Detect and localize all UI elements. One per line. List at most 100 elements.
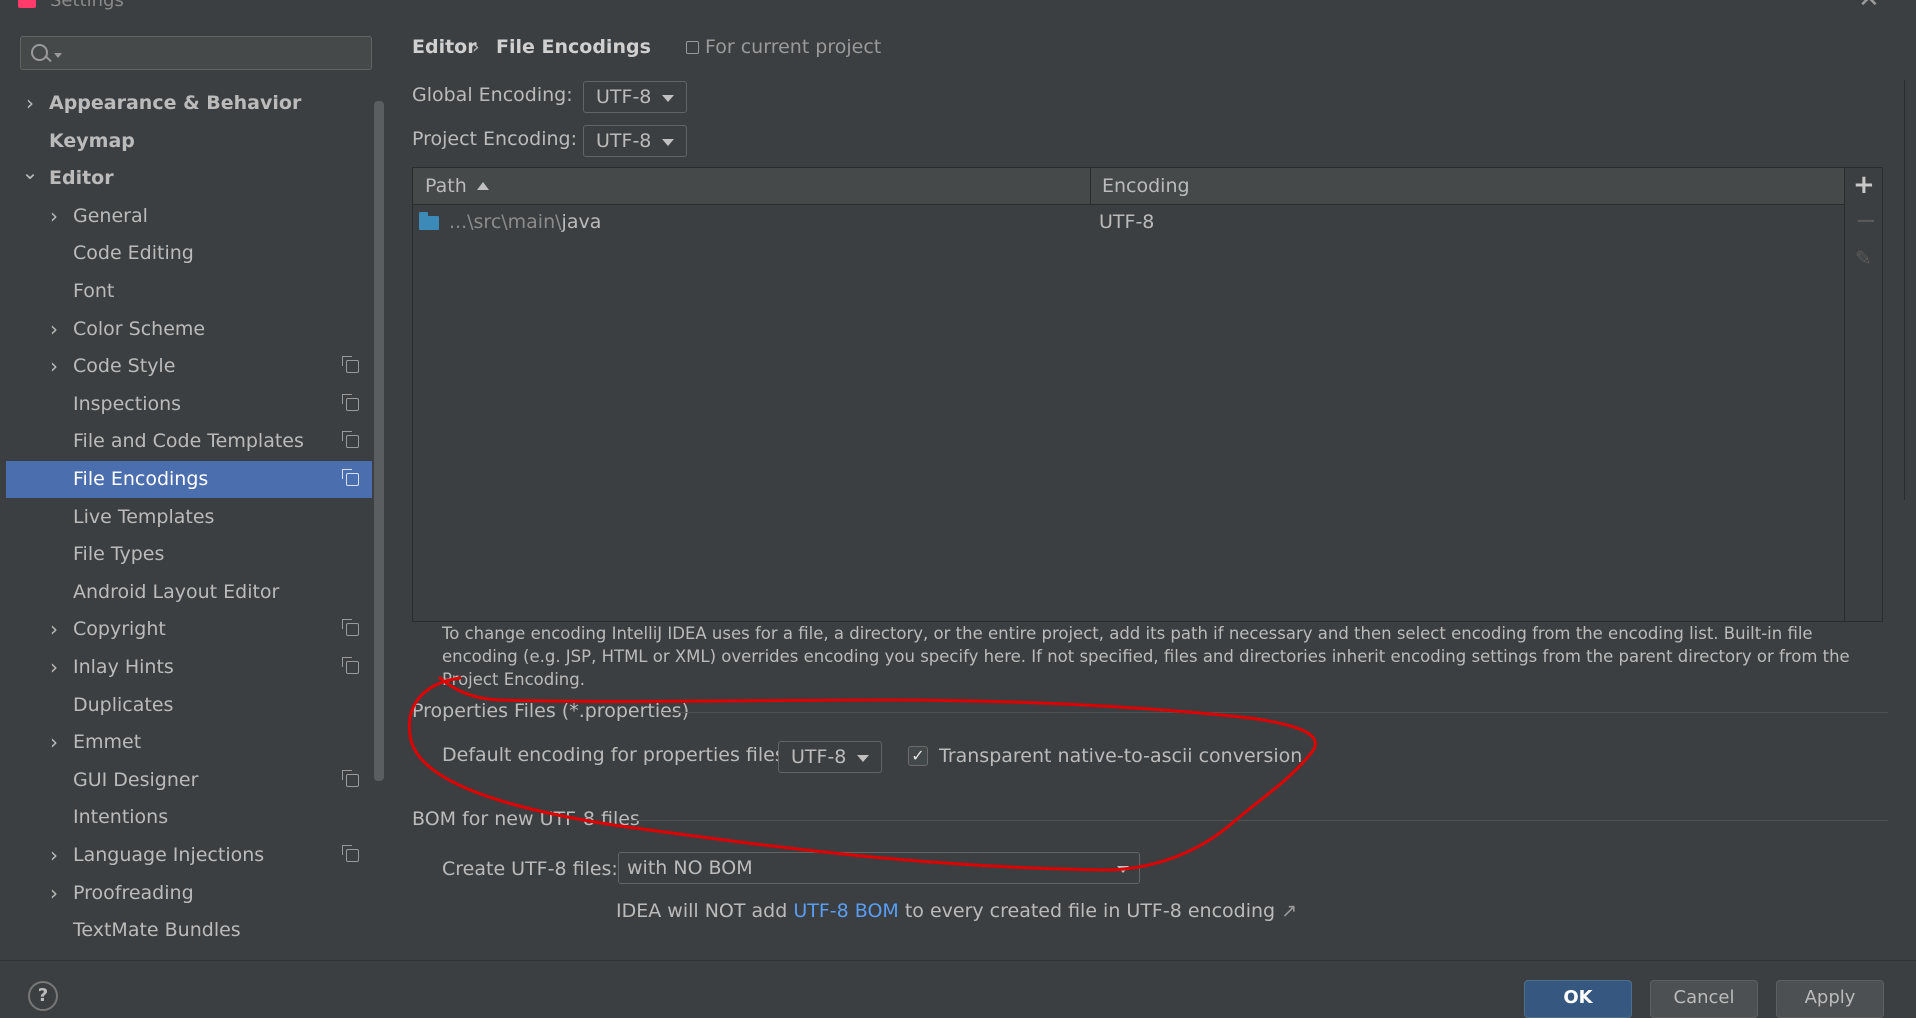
sidebar-item-copyright[interactable]: › Copyright — [6, 611, 372, 648]
chevron-right-icon[interactable]: › — [44, 875, 64, 912]
sidebar-item-label: Code Editing — [73, 242, 194, 265]
utf8-bom-link[interactable]: UTF-8 BOM — [793, 900, 898, 922]
search-box[interactable] — [20, 36, 372, 70]
sidebar-item-todo[interactable]: TODO — [6, 950, 372, 960]
sidebar-item-label: Keymap — [49, 129, 135, 152]
sidebar-item-proofreading[interactable]: › Proofreading — [6, 875, 372, 912]
project-encoding-label: Project Encoding: — [412, 128, 578, 150]
external-link-icon: ↗ — [1281, 900, 1298, 922]
sidebar-item-file-and-code-templates[interactable]: File and Code Templates — [6, 423, 372, 460]
chevron-down-icon — [857, 755, 869, 762]
project-scope-icon — [342, 657, 359, 674]
sidebar-item-label: Inlay Hints — [73, 656, 174, 678]
column-header-encoding[interactable]: Encoding — [1102, 168, 1190, 204]
row-path: ...\src\main\java — [449, 211, 602, 233]
sidebar-item-label: Emmet — [73, 731, 142, 754]
sidebar-item-code-style[interactable]: › Code Style — [6, 348, 372, 385]
sidebar-item-gui-designer[interactable]: GUI Designer — [6, 762, 372, 799]
project-encoding-value: UTF-8 — [596, 130, 652, 152]
project-encoding-select[interactable]: UTF-8 — [583, 125, 687, 157]
scope-text: For current project — [705, 36, 882, 58]
table-row[interactable]: ...\src\main\java UTF-8 — [413, 204, 1844, 240]
breadcrumb-separator: › — [472, 36, 480, 58]
sidebar-item-intentions[interactable]: Intentions — [6, 799, 372, 836]
apply-button[interactable]: Apply — [1776, 980, 1884, 1018]
project-scope-icon — [342, 845, 359, 862]
sidebar-item-color-scheme[interactable]: › Color Scheme — [6, 311, 372, 348]
help-button[interactable]: ? — [28, 981, 58, 1011]
folder-icon — [419, 212, 439, 230]
search-input[interactable] — [69, 39, 363, 67]
bom-section-title: BOM for new UTF-8 files — [412, 808, 640, 830]
sidebar-item-font[interactable]: Font — [6, 273, 372, 310]
sidebar-item-textmate-bundles[interactable]: TextMate Bundles — [6, 912, 372, 949]
sidebar-item-label: Language Injections — [73, 844, 265, 866]
sidebar-item-label: Code Style — [73, 355, 176, 378]
chevron-down-icon[interactable]: ⌄ — [20, 154, 40, 191]
encoding-help-text: To change encoding IntelliJ IDEA uses fo… — [442, 624, 1850, 689]
remove-icon[interactable]: − — [1855, 206, 1877, 236]
chevron-right-icon[interactable]: › — [44, 611, 64, 648]
sidebar-item-general[interactable]: › General — [6, 198, 372, 235]
sidebar-item-live-templates[interactable]: Live Templates — [6, 499, 372, 536]
sidebar-item-duplicates[interactable]: Duplicates — [6, 687, 372, 724]
sidebar-item-android-layout-editor[interactable]: Android Layout Editor — [6, 574, 372, 611]
properties-encoding-select[interactable]: UTF-8 — [778, 741, 882, 773]
global-encoding-select[interactable]: UTF-8 — [583, 81, 687, 113]
sidebar-item-keymap[interactable]: Keymap — [6, 123, 372, 160]
chevron-right-icon[interactable]: › — [44, 348, 64, 385]
chevron-right-icon[interactable]: › — [44, 311, 64, 348]
chevron-down-icon — [1117, 866, 1129, 873]
sidebar-item-inspections[interactable]: Inspections — [6, 386, 372, 423]
sidebar-item-label: TODO — [73, 950, 129, 960]
edge-scrollbar — [1904, 80, 1913, 500]
sidebar-item-appearance-behavior[interactable]: › Appearance & Behavior — [6, 85, 372, 122]
global-encoding-label: Global Encoding: — [412, 84, 573, 106]
sidebar-item-label: General — [73, 204, 148, 227]
create-utf8-select[interactable]: with NO BOM — [618, 852, 1140, 884]
edit-icon[interactable]: ✎ — [1855, 246, 1872, 270]
settings-tree: › Appearance & Behavior Keymap ⌄ Editor › Gene… — [0, 85, 372, 960]
transparent-conversion-label[interactable]: Transparent native-to-ascii conversion — [939, 745, 1302, 767]
sidebar-item-label: Font — [73, 280, 115, 302]
transparent-conversion-checkbox[interactable]: ✓ — [908, 746, 928, 766]
sort-ascending-icon — [476, 182, 489, 190]
sidebar-scrollbar[interactable] — [374, 101, 384, 781]
breadcrumb-current: File Encodings — [496, 36, 651, 58]
sidebar-item-file-types[interactable]: File Types — [6, 536, 372, 573]
project-icon — [686, 41, 699, 54]
sidebar-item-label: Proofreading — [73, 881, 194, 904]
add-icon[interactable]: + — [1853, 170, 1875, 200]
scope-label: For current project — [686, 36, 881, 58]
sidebar-item-label: Appearance & Behavior — [49, 92, 302, 114]
window-title: Settings — [50, 0, 124, 11]
sidebar-item-code-editing[interactable]: Code Editing — [6, 235, 372, 272]
app-icon — [18, 0, 36, 8]
section-divider — [626, 820, 1888, 821]
global-encoding-value: UTF-8 — [596, 86, 652, 108]
sidebar-item-editor[interactable]: ⌄ Editor — [6, 160, 372, 197]
chevron-down-icon[interactable] — [54, 53, 62, 58]
chevron-right-icon[interactable]: › — [44, 724, 64, 761]
sidebar-item-file-encodings[interactable]: File Encodings — [6, 461, 372, 498]
cancel-button[interactable]: Cancel — [1650, 980, 1758, 1018]
row-encoding[interactable]: UTF-8 — [1099, 204, 1154, 240]
chevron-right-icon[interactable]: › — [20, 85, 40, 122]
column-divider[interactable] — [1090, 168, 1091, 204]
create-utf8-label: Create UTF-8 files: — [442, 858, 618, 880]
ok-button[interactable]: OK — [1524, 980, 1632, 1018]
close-icon[interactable]: ✕ — [1858, 0, 1880, 14]
breadcrumb-parent[interactable]: Editor — [412, 36, 477, 58]
sidebar-item-emmet[interactable]: › Emmet — [6, 724, 372, 761]
sidebar-item-inlay-hints[interactable]: › Inlay Hints — [6, 649, 372, 686]
project-scope-icon — [342, 393, 359, 411]
table-header: Path Encoding — [413, 168, 1844, 205]
sidebar-item-language-injections[interactable]: › Language Injections — [6, 837, 372, 874]
sidebar-item-label: GUI Designer — [73, 768, 199, 791]
chevron-right-icon[interactable]: › — [44, 198, 64, 235]
chevron-right-icon[interactable]: › — [44, 837, 64, 874]
column-header-path[interactable]: Path — [425, 168, 489, 204]
chevron-right-icon[interactable]: › — [44, 649, 64, 686]
sidebar-item-label: File Encodings — [73, 468, 209, 490]
chevron-down-icon — [662, 139, 674, 146]
